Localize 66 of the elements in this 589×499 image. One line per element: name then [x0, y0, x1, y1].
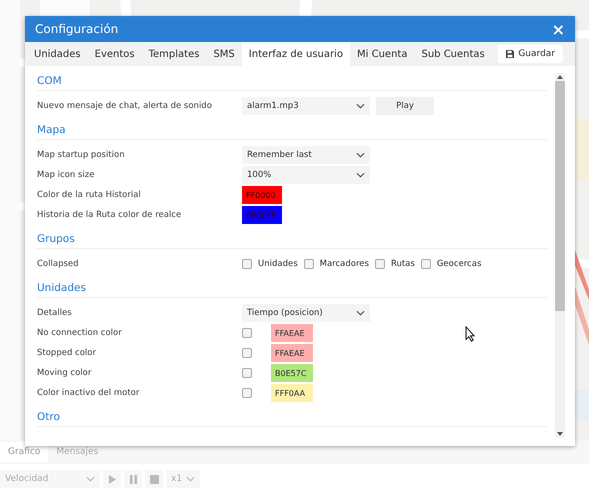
chevron-icon — [186, 476, 195, 482]
tab[interactable]: Mi Cuenta — [350, 42, 414, 66]
checkbox[interactable] — [242, 388, 252, 398]
play-button[interactable] — [103, 470, 121, 488]
setting-label: Nuevo mensaje de chat, alerta de sonido — [37, 101, 213, 111]
checkbox[interactable] — [374, 259, 385, 269]
pause-button[interactable] — [124, 470, 142, 488]
color-field[interactable]: FFAEAE — [271, 324, 313, 342]
color-field[interactable]: B0E57C — [271, 364, 313, 382]
checkbox-label: Marcadores — [320, 259, 369, 269]
scrollbar[interactable] — [555, 73, 565, 438]
tab[interactable]: Interfaz de usuario — [242, 42, 350, 66]
chevron-icon — [86, 476, 95, 482]
checkbox[interactable] — [242, 259, 252, 269]
section-heading: Otro — [37, 409, 547, 427]
checkbox[interactable] — [242, 328, 252, 338]
checkbox[interactable] — [242, 348, 252, 358]
stop-icon — [150, 474, 158, 484]
play-button[interactable]: Play — [376, 97, 434, 115]
dropdown[interactable]: Remember last — [242, 146, 370, 164]
setting-label: Collapsed — [37, 259, 80, 269]
section-heading: Grupos — [37, 231, 547, 249]
color-field[interactable]: FFAEAE — [271, 344, 313, 362]
close-button[interactable]: × — [552, 20, 565, 38]
color-field[interactable]: FFF0AA — [271, 384, 313, 402]
scroll-down-icon — [557, 432, 563, 436]
setting-label: Map icon size — [37, 170, 96, 180]
tab[interactable]: Templates — [142, 42, 206, 66]
setting-label: Stopped color — [37, 348, 97, 358]
checkbox[interactable] — [420, 259, 431, 269]
pause-icon — [128, 474, 138, 484]
dialog-title: Configuración — [35, 22, 118, 36]
section-heading: Unidades — [37, 280, 547, 298]
section-heading: COM — [37, 73, 547, 91]
dropdown[interactable]: alarm1.mp3 — [242, 97, 370, 115]
setting-label: Moving color — [37, 368, 92, 378]
checkbox[interactable] — [304, 259, 314, 269]
chevron-icon — [356, 172, 365, 178]
checkbox[interactable] — [242, 368, 252, 378]
tab[interactable]: Eventos — [88, 42, 142, 66]
chevron-icon — [356, 310, 365, 316]
dropdown[interactable]: 100% — [242, 166, 370, 184]
save-button[interactable]: Guardar — [498, 45, 563, 63]
chevron-icon — [356, 103, 365, 109]
section-heading: Mapa — [37, 122, 547, 140]
scroll-up-icon — [557, 75, 563, 79]
tab[interactable]: Unidades — [27, 42, 88, 66]
checkbox-label: Unidades — [258, 259, 298, 269]
tab[interactable]: SMS — [206, 42, 242, 66]
floppy-icon — [506, 50, 514, 58]
checkbox-label: Geocercas — [436, 259, 482, 269]
cursor-icon — [465, 326, 476, 342]
scroll-thumb[interactable] — [555, 81, 565, 311]
setting-label: No connection color — [37, 328, 123, 338]
color-field[interactable]: FF0000 — [242, 186, 282, 204]
setting-label: Map startup position — [37, 150, 126, 160]
tab[interactable]: Sub Cuentas — [414, 42, 492, 66]
setting-label: Detalles — [37, 308, 73, 318]
chevron-icon — [356, 152, 365, 158]
checkbox-label: Rutas — [390, 259, 415, 269]
play-icon — [108, 474, 116, 484]
setting-label: Color inactivo del motor — [37, 388, 140, 398]
stop-button[interactable] — [145, 470, 163, 488]
dropdown[interactable]: Tiempo (posicion) — [242, 304, 370, 322]
setting-label: Color de la ruta Historial — [37, 190, 142, 200]
setting-label: Historia de la Ruta color de realce — [37, 210, 182, 220]
